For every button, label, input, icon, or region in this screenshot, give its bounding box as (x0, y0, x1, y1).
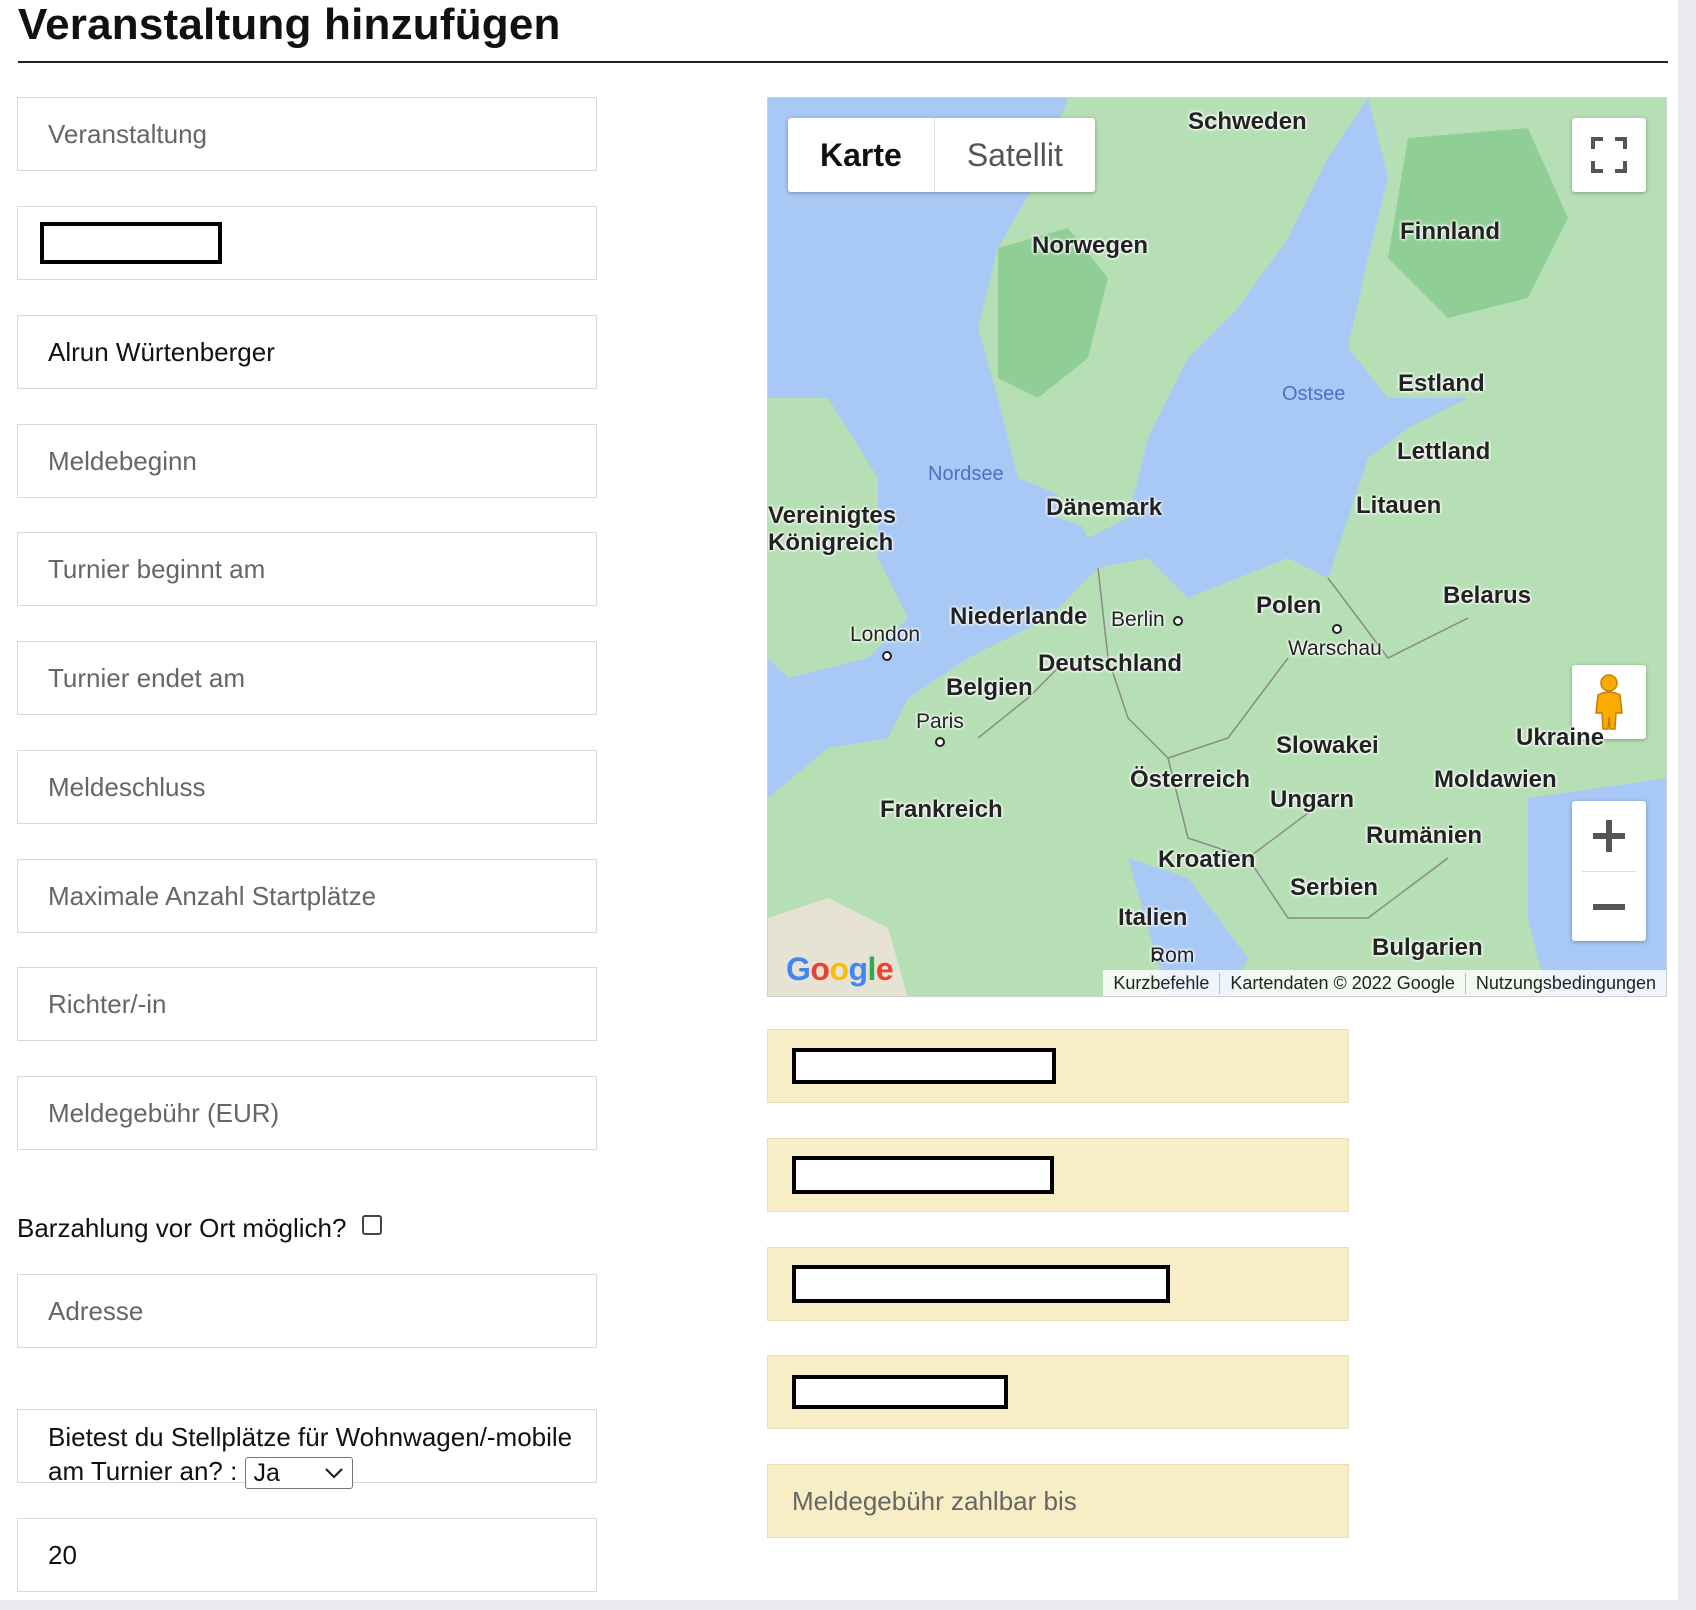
registration-start-placeholder: Meldebeginn (48, 445, 197, 476)
zoom-controls (1572, 801, 1646, 941)
map-label-country: Königreich (768, 529, 894, 556)
map-data-text: Kartendaten © 2022 Google (1219, 972, 1464, 994)
tab-satellite[interactable]: Satellit (935, 118, 1095, 192)
event-name-placeholder: Veranstaltung (48, 118, 208, 149)
cash-payment-checkbox[interactable] (362, 1214, 383, 1235)
map-label-country: Belgien (946, 674, 1033, 701)
window-edge-bottom (0, 1600, 1696, 1610)
map-label-country: Ukraine (1516, 724, 1605, 751)
fee-placeholder: Meldegebühr (EUR) (48, 1097, 280, 1128)
cash-payment-label: Barzahlung vor Ort möglich? (17, 1213, 347, 1243)
fee-input[interactable]: Meldegebühr (EUR) (17, 1076, 597, 1150)
camper-count-value: 20 (48, 1539, 77, 1570)
fee-due-date-placeholder: Meldegebühr zahlbar bis (792, 1485, 1077, 1516)
city-marker (935, 737, 945, 747)
map-label-country: Bulgarien (1372, 934, 1483, 961)
map-label-country: Lettland (1397, 438, 1491, 465)
map-label-country: Ungarn (1270, 786, 1354, 813)
tournament-start-placeholder: Turnier beginnt am (48, 553, 266, 584)
redacted-value (792, 1048, 1056, 1084)
city-marker (1173, 616, 1183, 626)
map[interactable]: Karte Satellit Schweden Norwegen Finnlan… (767, 97, 1667, 997)
zoom-in-button[interactable] (1572, 801, 1646, 871)
organizer-value: Alrun Würtenberger (48, 336, 275, 367)
fee-due-date-input[interactable]: Meldegebühr zahlbar bis (767, 1464, 1349, 1538)
map-label-country: Frankreich (880, 796, 1003, 823)
shortcuts-link[interactable]: Kurzbefehle (1103, 973, 1219, 994)
redacted-input-1[interactable] (17, 206, 597, 280)
title-divider (18, 61, 1668, 63)
registration-end-input[interactable]: Meldeschluss (17, 750, 597, 824)
map-label-country: Kroatien (1158, 846, 1256, 873)
map-label-city: Paris (916, 710, 964, 733)
google-logo: Google (786, 951, 894, 987)
map-label-country: Schweden (1188, 108, 1307, 135)
max-slots-placeholder: Maximale Anzahl Startplätze (48, 880, 377, 911)
redacted-value (792, 1375, 1008, 1409)
terms-link[interactable]: Nutzungsbedingungen (1464, 972, 1666, 994)
address-placeholder: Adresse (48, 1295, 144, 1326)
map-label-country: Rumänien (1366, 822, 1483, 849)
tab-map[interactable]: Karte (788, 118, 935, 192)
map-label-city: Warschau (1288, 637, 1382, 660)
camper-count-input[interactable]: 20 (17, 1518, 597, 1592)
tournament-start-input[interactable]: Turnier beginnt am (17, 532, 597, 606)
map-label-country: Belarus (1443, 582, 1532, 609)
redacted-value (792, 1156, 1054, 1194)
registration-end-placeholder: Meldeschluss (48, 771, 206, 802)
registration-start-input[interactable]: Meldebeginn (17, 424, 597, 498)
map-label-country: Estland (1398, 370, 1485, 397)
map-label-country: Polen (1256, 592, 1322, 619)
redacted-field-2[interactable] (767, 1138, 1349, 1212)
tournament-end-placeholder: Turnier endet am (48, 662, 246, 693)
map-label-country: Österreich (1130, 766, 1251, 793)
city-marker (1152, 951, 1162, 961)
map-label-country: Dänemark (1046, 494, 1163, 521)
address-input[interactable]: Adresse (17, 1274, 597, 1348)
chevron-down-icon (324, 1468, 343, 1479)
fullscreen-icon (1591, 137, 1627, 173)
minus-icon (1593, 903, 1625, 910)
camper-question: Bietest du Stellplätze für Wohnwagen/-mo… (17, 1409, 597, 1490)
map-label-sea: Ostsee (1282, 383, 1346, 405)
map-label-city: Berlin (1111, 608, 1165, 631)
map-label-country: Niederlande (950, 603, 1088, 630)
pegman-icon (1595, 674, 1623, 730)
plus-icon (1593, 820, 1625, 852)
map-label-sea: Nordsee (928, 463, 1004, 485)
organizer-input[interactable]: Alrun Würtenberger (17, 315, 597, 389)
redacted-field-4[interactable] (767, 1355, 1349, 1429)
map-type-tabs: Karte Satellit (788, 118, 1095, 192)
camper-select[interactable]: Ja (244, 1457, 353, 1490)
redacted-field-3[interactable] (767, 1247, 1349, 1321)
redacted-value (40, 222, 222, 264)
max-slots-input[interactable]: Maximale Anzahl Startplätze (17, 859, 597, 933)
map-label-country: Litauen (1356, 492, 1442, 519)
map-label-country: Italien (1118, 904, 1188, 931)
map-label-country: Norwegen (1032, 232, 1149, 259)
city-marker (882, 651, 892, 661)
window-edge-right (1678, 0, 1696, 1610)
map-label-country: Vereinigtes (768, 502, 897, 529)
map-attribution: Kurzbefehle Kartendaten © 2022 Google Nu… (1103, 970, 1666, 996)
map-label-country: Slowakei (1276, 732, 1379, 759)
judge-input[interactable]: Richter/-in (17, 967, 597, 1041)
fullscreen-button[interactable] (1572, 118, 1646, 192)
page-title: Veranstaltung hinzufügen (18, 0, 561, 49)
event-name-input[interactable]: Veranstaltung (17, 97, 597, 171)
map-label-city: London (850, 623, 921, 646)
redacted-value (792, 1265, 1170, 1303)
map-label-country: Serbien (1290, 874, 1379, 901)
map-label-country: Moldawien (1434, 766, 1557, 793)
city-marker (1332, 624, 1342, 634)
map-label-country: Deutschland (1038, 650, 1183, 677)
map-label-country: Finnland (1400, 218, 1500, 245)
camper-select-value: Ja (253, 1459, 280, 1488)
zoom-out-button[interactable] (1572, 872, 1646, 941)
tournament-end-input[interactable]: Turnier endet am (17, 641, 597, 715)
cash-payment-row: Barzahlung vor Ort möglich? (17, 1213, 383, 1244)
redacted-field-1[interactable] (767, 1029, 1349, 1103)
judge-placeholder: Richter/-in (48, 988, 167, 1019)
